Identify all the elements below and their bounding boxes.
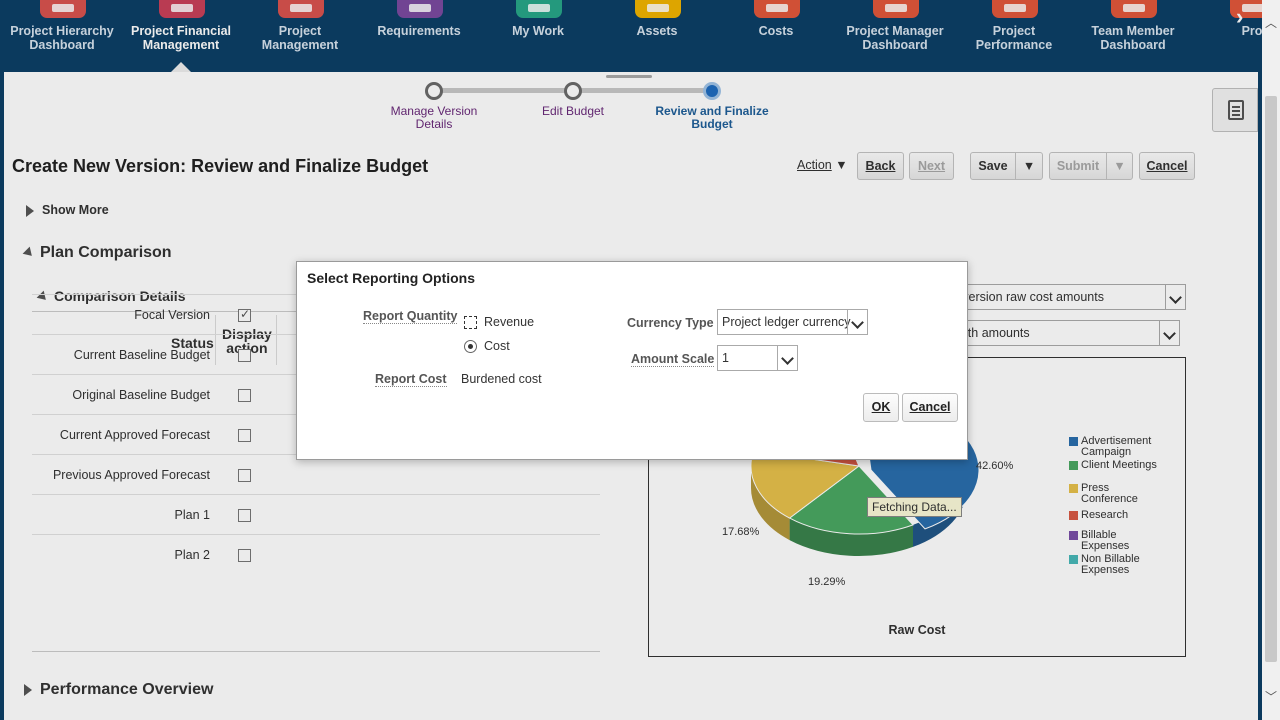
currency-type-value: Project ledger currency — [722, 315, 851, 329]
scrollbar-thumb[interactable] — [1265, 96, 1277, 662]
cost-radio[interactable] — [464, 340, 477, 353]
scroll-up-icon[interactable]: ︿ — [1265, 14, 1277, 31]
page-scrollbar[interactable]: ︿ ﹀ — [1262, 0, 1280, 720]
dialog-cancel-button[interactable]: Cancel — [902, 393, 958, 422]
amount-scale-value: 1 — [722, 351, 729, 365]
select-reporting-options-dialog: Select Reporting Options Report Quantity… — [296, 261, 968, 460]
report-cost-label: Report Cost — [375, 372, 447, 387]
amount-scale-select[interactable]: 1 — [717, 345, 798, 371]
amount-scale-label: Amount Scale — [631, 352, 715, 367]
chevron-down-icon[interactable] — [847, 310, 867, 334]
chevron-down-icon[interactable] — [777, 346, 797, 370]
revenue-label[interactable]: Revenue — [484, 315, 534, 329]
currency-type-select[interactable]: Project ledger currency — [717, 309, 868, 335]
report-cost-value: Burdened cost — [461, 372, 542, 386]
dialog-title: Select Reporting Options — [307, 270, 476, 286]
scroll-down-icon[interactable]: ﹀ — [1265, 688, 1277, 705]
cost-label[interactable]: Cost — [484, 339, 510, 353]
revenue-radio[interactable] — [464, 316, 477, 329]
currency-type-label: Currency Type — [627, 316, 714, 330]
report-quantity-label: Report Quantity — [363, 309, 458, 324]
ok-button[interactable]: OK — [863, 393, 899, 422]
